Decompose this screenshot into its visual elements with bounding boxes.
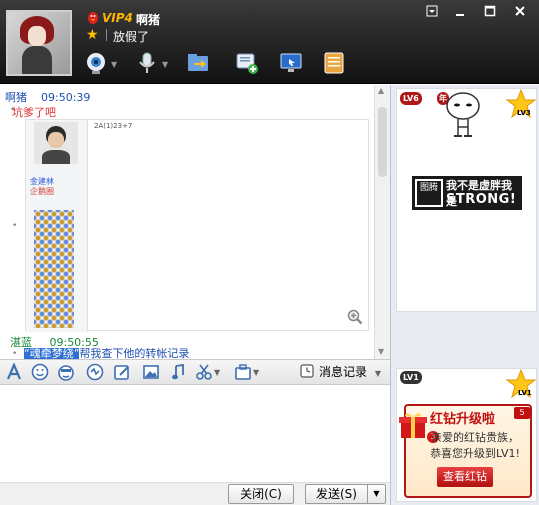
image-icon[interactable]	[142, 363, 160, 381]
maximize-icon[interactable]	[480, 5, 500, 21]
menu-icon[interactable]	[422, 5, 442, 21]
font-icon[interactable]	[5, 363, 23, 381]
remote-assistance-icon[interactable]	[279, 51, 303, 75]
popup-line: 亲爱的红钻贵族，	[431, 431, 519, 444]
send-options-dropdown[interactable]: ▼	[367, 484, 386, 504]
highlighted-text: “魂牵梦绕”	[24, 348, 80, 359]
message-text: 坑爹了吧	[12, 106, 56, 119]
star-icon: ★	[86, 27, 99, 43]
vip-level-label: VIP4	[102, 11, 133, 25]
close-button[interactable]: 关闭(C)	[228, 484, 294, 504]
voice-dropdown-icon[interactable]: ▼	[162, 60, 168, 69]
screenshot-photo	[34, 122, 78, 164]
message-input[interactable]	[0, 386, 390, 482]
screenshot-profile-signature: 企鹅圈	[30, 187, 54, 196]
clock-icon	[300, 364, 314, 378]
contact-nickname: 啊猪	[136, 13, 161, 27]
message-time: 09:50:39	[41, 91, 91, 104]
apps-icon[interactable]	[322, 51, 346, 75]
popup-message: 亲爱的红钻贵族， 恭喜您升级到LV1!	[420, 430, 530, 462]
seal-mark: 图腾	[415, 179, 443, 207]
level-badge: LV1	[400, 371, 422, 384]
screenshot-icon[interactable]	[195, 363, 213, 381]
bullet-icon: •	[12, 221, 18, 231]
image-message[interactable]: 金建林 企鹅圈 2A(1)23+7	[25, 119, 369, 332]
star-level-label: LV3	[517, 109, 531, 117]
message-text-body: 帮我查下他的转帐记录	[79, 348, 190, 359]
message-history-label: 消息记录	[319, 365, 368, 379]
view-red-diamond-button[interactable]: 查看红钻	[437, 467, 493, 487]
message-text: “魂牵梦绕”帮我查下他的转帐记录	[24, 348, 189, 359]
red-diamond-level-badge: LV6	[400, 92, 422, 105]
music-icon[interactable]	[169, 363, 187, 381]
screenshot-icon-grid	[34, 210, 74, 328]
message-header: 啊猪 09:50:39	[5, 89, 90, 105]
scene-dropdown-icon[interactable]: ▼	[253, 368, 259, 377]
send-button[interactable]: 发送(S)	[305, 484, 367, 504]
avatar[interactable]	[6, 10, 72, 76]
star-level-label: LV1	[518, 389, 532, 397]
magic-emoji-icon[interactable]	[57, 363, 75, 381]
seal-text: 图腾	[419, 183, 438, 193]
handwrite-icon[interactable]	[113, 363, 131, 381]
vip-penguin-icon	[88, 12, 98, 24]
divider	[106, 29, 107, 41]
screenshot-dropdown-icon[interactable]: ▼	[214, 368, 220, 377]
video-call-icon[interactable]	[84, 51, 108, 75]
slogan-en: STRONG!	[446, 192, 517, 207]
screenshot-sidebar: 金建林 企鹅圈	[26, 120, 88, 332]
bullet-icon: •	[12, 349, 18, 359]
chat-scrollbar[interactable]: ▲ ▼	[374, 85, 390, 359]
popup-title: 红钻升级啦	[430, 412, 496, 427]
minimize-icon[interactable]	[450, 5, 470, 21]
message-history-button[interactable]: 消息记录 ▼	[300, 362, 381, 382]
close-icon[interactable]	[510, 5, 530, 21]
screenshot-text: 2A(1)23+7	[94, 122, 133, 130]
contact-status: 放假了	[113, 30, 150, 44]
create-discussion-icon[interactable]	[235, 51, 259, 75]
scene-icon[interactable]	[234, 363, 252, 381]
avatar-figure	[446, 92, 480, 137]
emoji-icon[interactable]	[31, 363, 49, 381]
history-dropdown-icon[interactable]: ▼	[375, 369, 381, 378]
video-dropdown-icon[interactable]: ▼	[111, 60, 117, 69]
sender-name: 啊猪	[5, 91, 27, 104]
popup-corner-badge: 5	[514, 407, 530, 419]
voice-call-icon[interactable]	[135, 51, 159, 75]
vibrate-icon[interactable]	[86, 363, 104, 381]
send-file-icon[interactable]	[186, 51, 210, 75]
popup-line: 恭喜您升级到LV1!	[430, 447, 520, 460]
strong-banner: 图腾 我不是虚胖我是 STRONG!	[412, 176, 522, 210]
zoom-icon[interactable]	[347, 309, 363, 325]
